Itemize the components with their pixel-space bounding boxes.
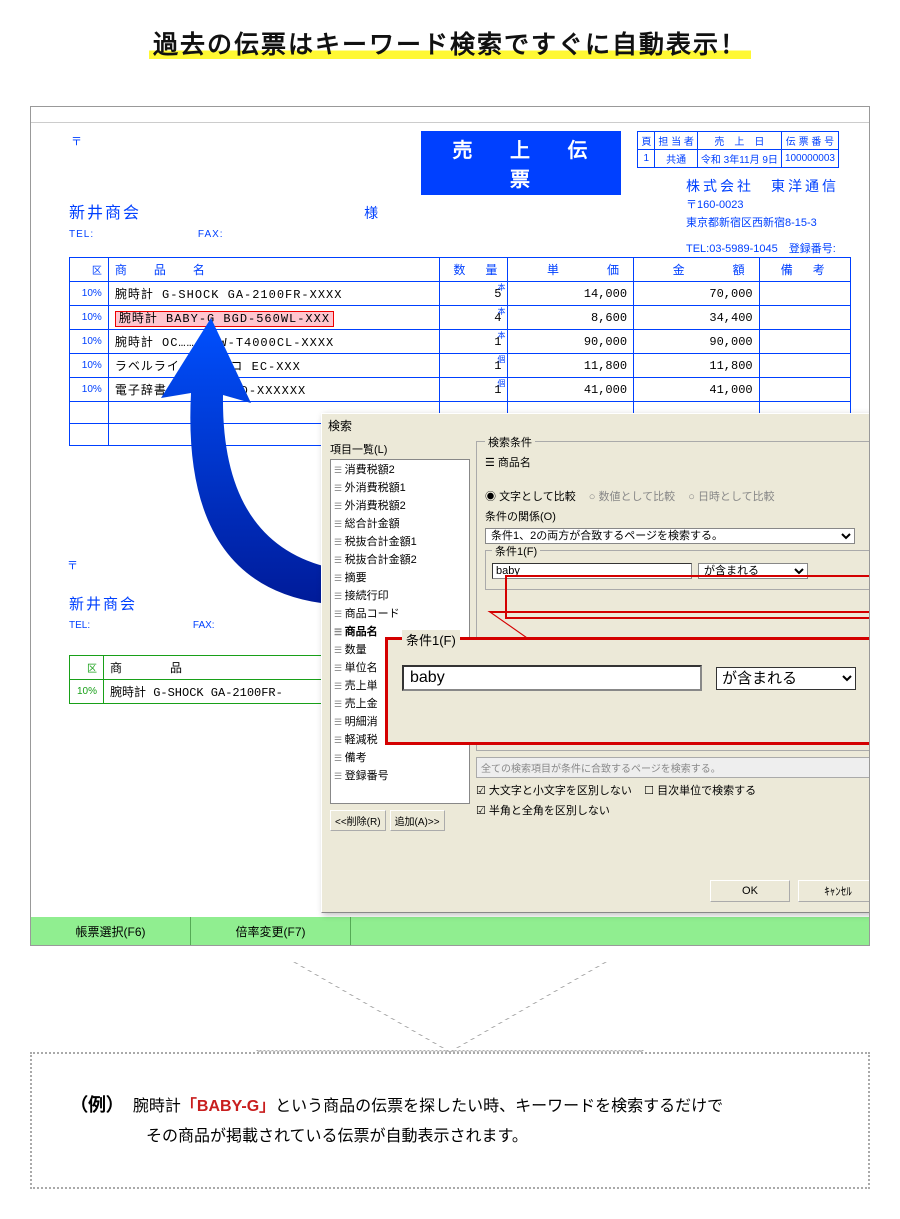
example-keyword: 「BABY-G」 (181, 1098, 275, 1115)
list-item[interactable]: 備考 (331, 748, 469, 766)
list-item[interactable]: 登録番号 (331, 766, 469, 784)
status-button-zoom[interactable]: 倍率変更(F7) (191, 917, 351, 945)
col-header: 商 品 (104, 656, 322, 680)
dialog-title: 検索 (328, 417, 352, 434)
example-text: という商品の伝票を探したい時、キーワードを検索するだけで (275, 1098, 723, 1115)
field-name: 商品名 (498, 457, 531, 469)
zoom-callout: 条件1(F) が含まれる (385, 637, 870, 745)
zoom-cond1-op-select[interactable]: が含まれる (716, 667, 856, 690)
lower-table: 区 商 品 10% 腕時計 G-SHOCK GA-2100FR- (69, 655, 322, 704)
status-button-select[interactable]: 帳票選択(F6) (31, 917, 191, 945)
example-text: その商品が掲載されている伝票が自動表示されます。 (146, 1122, 830, 1152)
delete-button[interactable]: <<削除(R) (330, 810, 386, 831)
info-value: 1 (638, 150, 655, 168)
chk-width[interactable]: ☑ 半角と全角を区別しない (476, 805, 610, 817)
voucher-title: 売 上 伝 票 (421, 131, 621, 195)
radio-text[interactable]: 文字として比較 (485, 491, 576, 503)
cond1-legend: 条件1(F) (492, 543, 540, 559)
company-block: 株式会社 東洋通信 〒160-0023 東京都新宿区西新宿8-15-3 TEL:… (686, 175, 839, 258)
dialog-titlebar: 検索 ✕ (322, 414, 870, 437)
app-window: 〒 売 上 伝 票 頁 担 当 者 売 上 日 伝 票 番 号 1 共通 令和 … (30, 106, 870, 946)
col-header: 備 考 (759, 258, 850, 282)
info-value: 令和 3年11月 9日 (697, 150, 781, 168)
col-header: 単 価 (508, 258, 634, 282)
zoom-cond1-input[interactable] (402, 665, 702, 691)
ok-button[interactable]: OK (710, 880, 790, 902)
chk-toc[interactable]: ☐ 目次単位で検索する (644, 785, 756, 797)
table-row: 10% 腕時計 G-SHOCK GA-2100FR-XXXX 本5 14,000… (70, 282, 851, 306)
customer-name: 新井商会 (69, 205, 141, 222)
item-list-label: 項目一覧(L) (330, 441, 470, 457)
col-header: 区 (70, 258, 109, 282)
voucher-area: 〒 売 上 伝 票 頁 担 当 者 売 上 日 伝 票 番 号 1 共通 令和 … (31, 123, 869, 129)
list-item[interactable]: 消費税額2 (331, 460, 469, 478)
info-header: 売 上 日 (697, 132, 781, 150)
add-button[interactable]: 追加(A)>> (390, 810, 445, 831)
company-postal: 〒160-0023 (686, 197, 839, 215)
company-address: 東京都新宿区西新宿8-15-3 (686, 215, 839, 233)
relation-label: 条件の関係(O) (485, 508, 870, 524)
col-header: 商 品 名 (108, 258, 439, 282)
status-bar: 帳票選択(F6) 倍率変更(F7) (31, 917, 869, 945)
cancel-button[interactable]: ｷｬﾝｾﾙ (798, 880, 870, 902)
company-name: 株式会社 東洋通信 (686, 175, 839, 197)
customer-honorific: 様 (364, 205, 378, 221)
tel-label: TEL: (69, 229, 94, 240)
radio-numeric[interactable]: 数値として比較 (589, 491, 675, 503)
company-tel: TEL:03-5989-1045 登録番号: (686, 241, 839, 259)
info-header: 頁 (638, 132, 655, 150)
example-text: 腕時計 (133, 1098, 181, 1115)
info-value: 共通 (655, 150, 698, 168)
customer-block: 新井商会 様 TEL: FAX: (69, 199, 378, 240)
example-box: （例） 腕時計「BABY-G」という商品の伝票を探したい時、キーワードを検索する… (30, 1052, 870, 1189)
customer-name: 新井商会 (69, 596, 137, 613)
relation-select[interactable]: 条件1、2の両方が合致するページを検索する。 (485, 528, 855, 544)
list-item[interactable]: 商品コード (331, 604, 469, 622)
tel-label: TEL: (69, 620, 90, 631)
list-item[interactable]: 接続行印 (331, 586, 469, 604)
cond-legend: 検索条件 (485, 434, 535, 450)
list-item[interactable]: 総合計金額 (331, 514, 469, 532)
list-item[interactable]: 外消費税額1 (331, 478, 469, 496)
zoom-legend: 条件1(F) (402, 630, 460, 649)
list-item[interactable]: 摘要 (331, 568, 469, 586)
indicator-lines (449, 962, 451, 1050)
list-item[interactable]: 外消費税額2 (331, 496, 469, 514)
fax-label: FAX: (198, 229, 224, 240)
info-header: 伝 票 番 号 (781, 132, 838, 150)
postal-mark: 〒 (71, 133, 82, 149)
radio-datetime[interactable]: 日時として比較 (688, 491, 774, 503)
info-header: 担 当 者 (655, 132, 698, 150)
fax-label: FAX: (193, 620, 215, 631)
chk-case[interactable]: ☑ 大文字と小文字を区別しない (476, 785, 632, 797)
table-row: 10% 腕時計 G-SHOCK GA-2100FR- (70, 680, 322, 704)
list-item[interactable]: 税抜合計金額2 (331, 550, 469, 568)
col-header: 区 (70, 656, 104, 680)
all-cond-text: 全ての検索項目が条件に合致するページを検索する。 (476, 757, 870, 778)
page-headline: 過去の伝票はキーワード検索ですぐに自動表示！ (40, 0, 860, 76)
list-item[interactable]: 税抜合計金額1 (331, 532, 469, 550)
example-label: （例） (70, 1095, 124, 1115)
app-toolbar (31, 107, 869, 123)
info-value: 100000003 (781, 150, 838, 168)
col-header: 金 額 (634, 258, 760, 282)
voucher-info-table: 頁 担 当 者 売 上 日 伝 票 番 号 1 共通 令和 3年11月 9日 1… (637, 131, 839, 168)
col-header: 数 量 (439, 258, 508, 282)
postal-mark: 〒 (67, 557, 78, 573)
